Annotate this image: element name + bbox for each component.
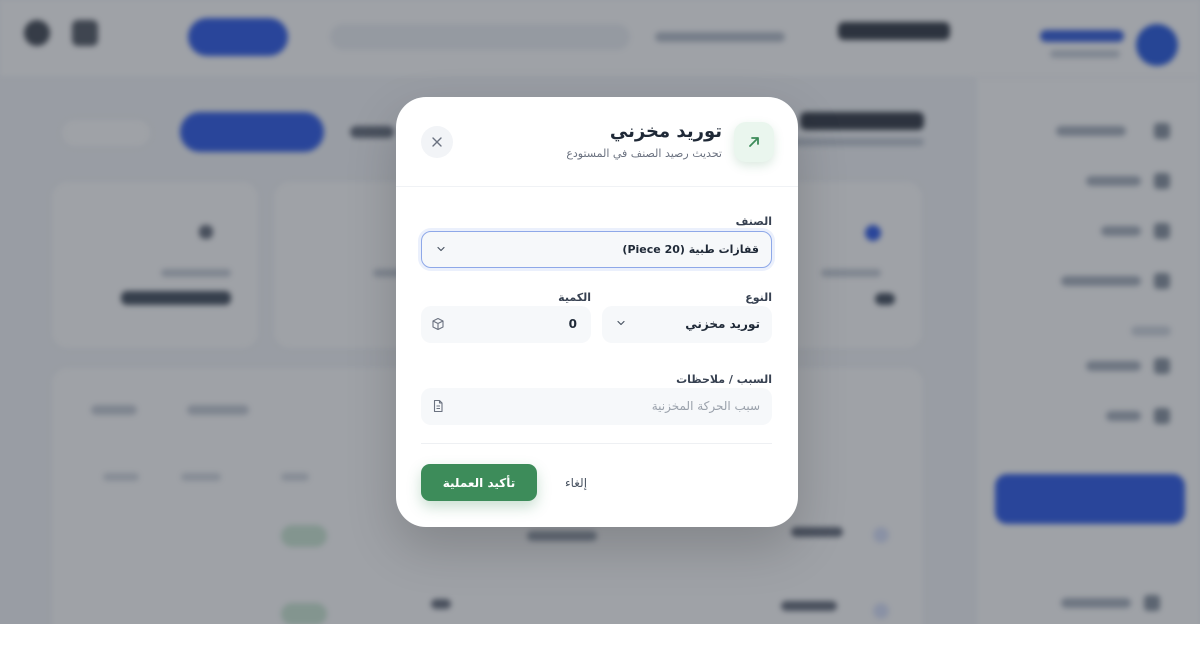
notes-placeholder: سبب الحركة المخزنية <box>651 399 760 413</box>
notes-label: السبب / ملاحظات <box>676 373 772 386</box>
close-button[interactable] <box>421 126 453 158</box>
chevron-down-icon <box>617 320 625 326</box>
arrow-up-right-icon <box>734 122 774 162</box>
bottom-strip <box>0 624 1200 648</box>
type-select[interactable]: توريد مخزني <box>602 306 772 343</box>
notes-input[interactable]: سبب الحركة المخزنية <box>421 388 772 425</box>
box-icon <box>432 317 444 331</box>
quantity-value: 0 <box>568 317 577 331</box>
stock-supply-modal: توريد مخزني تحديث رصيد الصنف في المستودع… <box>396 97 798 527</box>
modal-title: توريد مخزني <box>609 121 722 142</box>
quantity-label: الكمية <box>558 291 591 304</box>
item-select[interactable]: قفازات طبية (20 Piece) <box>421 231 772 268</box>
type-label: النوع <box>745 291 772 304</box>
modal-header: توريد مخزني تحديث رصيد الصنف في المستودع <box>396 97 798 187</box>
confirm-button[interactable]: تأكيد العملية <box>421 464 537 501</box>
quantity-input[interactable]: 0 <box>421 306 591 343</box>
document-icon <box>433 399 443 413</box>
item-select-value: قفازات طبية (20 Piece) <box>622 243 759 256</box>
divider <box>421 443 772 444</box>
close-icon <box>432 137 442 147</box>
type-select-value: توريد مخزني <box>685 317 760 331</box>
cancel-button[interactable]: إلغاء <box>551 464 601 501</box>
modal-subtitle: تحديث رصيد الصنف في المستودع <box>566 147 722 160</box>
chevron-down-icon <box>437 246 445 252</box>
item-label: الصنف <box>735 215 772 228</box>
